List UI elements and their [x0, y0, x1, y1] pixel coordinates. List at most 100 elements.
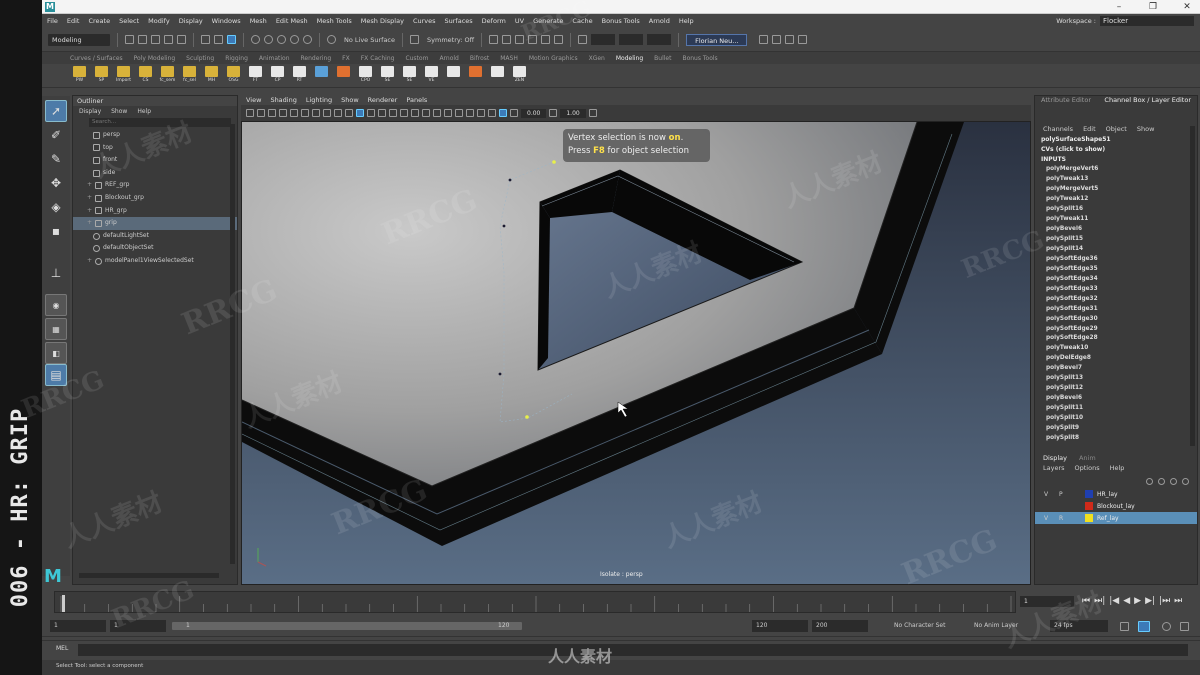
shelf-button[interactable]: PW: [70, 65, 89, 87]
isolate-select-icon[interactable]: [466, 109, 474, 117]
snap-view-icon[interactable]: [290, 35, 299, 44]
shelf-tab-fx[interactable]: FX: [342, 55, 350, 62]
safe-action-icon[interactable]: [345, 109, 353, 117]
vertex-1[interactable]: [552, 160, 556, 164]
live-surface-label[interactable]: No Live Surface: [344, 36, 395, 44]
attribute-editor-toggle-icon[interactable]: [785, 35, 795, 44]
shelf-tab-bonus-tools[interactable]: Bonus Tools: [682, 55, 717, 62]
input-node[interactable]: polyDelEdge8: [1035, 354, 1197, 364]
expand-icon[interactable]: +: [87, 192, 93, 205]
outliner-search-input[interactable]: Search...: [89, 118, 231, 127]
viewport-menu-show[interactable]: Show: [341, 96, 359, 104]
menu-display[interactable]: Display: [179, 17, 203, 25]
input-node[interactable]: polySoftEdge36: [1035, 255, 1197, 265]
layer-row[interactable]: V R Ref_lay: [1035, 512, 1197, 524]
layer-name[interactable]: Blockout_lay: [1097, 503, 1135, 510]
input-mode-icon[interactable]: [578, 35, 588, 44]
outliner-item[interactable]: top: [73, 142, 237, 155]
layer-name[interactable]: HR_lay: [1097, 491, 1118, 498]
input-field-1[interactable]: [591, 34, 616, 45]
outliner-item[interactable]: defaultObjectSet: [73, 242, 237, 255]
viewport-menu-panels[interactable]: Panels: [406, 96, 427, 104]
ipr-icon[interactable]: [502, 35, 512, 44]
menu-edit-mesh[interactable]: Edit Mesh: [276, 17, 308, 25]
input-node[interactable]: polyMergeVert5: [1035, 185, 1197, 195]
expand-icon[interactable]: +: [87, 217, 93, 230]
playback-end-field[interactable]: 120: [752, 620, 808, 632]
scale-tool-icon[interactable]: ▪: [45, 220, 67, 242]
symmetry-label[interactable]: Symmetry: Off: [427, 36, 474, 44]
shelf-button[interactable]: RT: [290, 65, 309, 87]
multisample-aa-icon[interactable]: [444, 109, 452, 117]
shadows-icon[interactable]: [411, 109, 419, 117]
input-node[interactable]: polyBevel7: [1035, 364, 1197, 374]
shelf-button[interactable]: ZEN: [510, 65, 529, 87]
new-layer-selected-icon[interactable]: [1182, 477, 1189, 485]
menu-windows[interactable]: Windows: [212, 17, 241, 25]
close-button[interactable]: ✕: [1176, 0, 1198, 14]
hypershade-icon[interactable]: [528, 35, 538, 44]
layer-row[interactable]: Blockout_lay: [1035, 500, 1197, 512]
menu-cache[interactable]: Cache: [572, 17, 592, 25]
step-forward-frame-icon[interactable]: ▶|: [1145, 595, 1155, 607]
channel-box-scrollbar[interactable]: [1190, 126, 1195, 446]
input-node[interactable]: polyBevel6: [1035, 394, 1197, 404]
cb-menu-edit[interactable]: Edit: [1083, 125, 1096, 133]
input-node[interactable]: polyMergeVert6: [1035, 165, 1197, 175]
layer-visibility-toggle[interactable]: V: [1044, 515, 1048, 522]
menu-curves[interactable]: Curves: [413, 17, 436, 25]
menu-file[interactable]: File: [47, 17, 58, 25]
menu-uv[interactable]: UV: [515, 17, 524, 25]
shelf-tab-xgen[interactable]: XGen: [589, 55, 605, 62]
input-node[interactable]: polyTweak10: [1035, 344, 1197, 354]
shelf-tab-arnold[interactable]: Arnold: [439, 55, 458, 62]
gate-mask-icon[interactable]: [323, 109, 331, 117]
select-component-icon[interactable]: [227, 35, 236, 44]
toolbox-toggle-icon[interactable]: [759, 35, 769, 44]
screen-space-ao-icon[interactable]: [422, 109, 430, 117]
channelbox-toggle-icon[interactable]: [798, 35, 808, 44]
viewport-menu-shading[interactable]: Shading: [270, 96, 296, 104]
outliner-menu-show[interactable]: Show: [111, 108, 127, 115]
input-node[interactable]: polySplit10: [1035, 414, 1197, 424]
viewport-menu-lighting[interactable]: Lighting: [306, 96, 332, 104]
layer-color-swatch[interactable]: [1085, 514, 1093, 522]
camera-select-icon[interactable]: [246, 109, 254, 117]
input-node[interactable]: polySplit14: [1035, 245, 1197, 255]
input-node[interactable]: polySoftEdge29: [1035, 325, 1197, 335]
cvs-toggle[interactable]: CVs (click to show): [1035, 145, 1197, 155]
input-node[interactable]: polySplit8: [1035, 434, 1197, 444]
textured-icon[interactable]: [389, 109, 397, 117]
shelf-button[interactable]: OSG: [224, 65, 243, 87]
viewport-menu-view[interactable]: View: [246, 96, 261, 104]
viewport-menu-renderer[interactable]: Renderer: [368, 96, 398, 104]
shelf-tab-fx-caching[interactable]: FX Caching: [361, 55, 395, 62]
playback-start-field[interactable]: 1: [110, 620, 166, 632]
user-account-button[interactable]: Florian Neu...: [686, 33, 748, 46]
go-to-end-icon[interactable]: ⏭: [1174, 595, 1182, 607]
exposure-icon[interactable]: [510, 109, 518, 117]
xray-joints-icon[interactable]: [488, 109, 496, 117]
maximize-button[interactable]: ❐: [1142, 0, 1164, 14]
current-frame-field[interactable]: 1: [1020, 596, 1074, 607]
menu-generate[interactable]: Generate: [533, 17, 563, 25]
layer-menu-layers[interactable]: Layers: [1043, 464, 1065, 474]
four-view-layout-icon[interactable]: ▦: [45, 318, 67, 340]
command-input[interactable]: [78, 644, 1188, 656]
step-back-frame-icon[interactable]: |◀: [1109, 595, 1119, 607]
menuset-dropdown[interactable]: Modeling: [48, 33, 110, 46]
shelf-button[interactable]: CS: [136, 65, 155, 87]
shelf-tab-rigging[interactable]: Rigging: [225, 55, 248, 62]
fps-dropdown[interactable]: 24 fps: [1050, 620, 1108, 632]
shelf-tab-bifrost[interactable]: Bifrost: [470, 55, 489, 62]
menu-bonus-tools[interactable]: Bonus Tools: [602, 17, 640, 25]
tab-channel-box[interactable]: Channel Box / Layer Editor: [1104, 96, 1191, 106]
menu-surfaces[interactable]: Surfaces: [445, 17, 473, 25]
loop-icon[interactable]: [1120, 622, 1129, 631]
outliner-item[interactable]: + HR_grp: [73, 205, 237, 218]
grid-icon[interactable]: [290, 109, 298, 117]
shelf-tab-mash[interactable]: MASH: [500, 55, 518, 62]
layer-menu-options[interactable]: Options: [1075, 464, 1100, 474]
input-node[interactable]: polySoftEdge31: [1035, 305, 1197, 315]
shelf-button[interactable]: Import: [114, 65, 133, 87]
